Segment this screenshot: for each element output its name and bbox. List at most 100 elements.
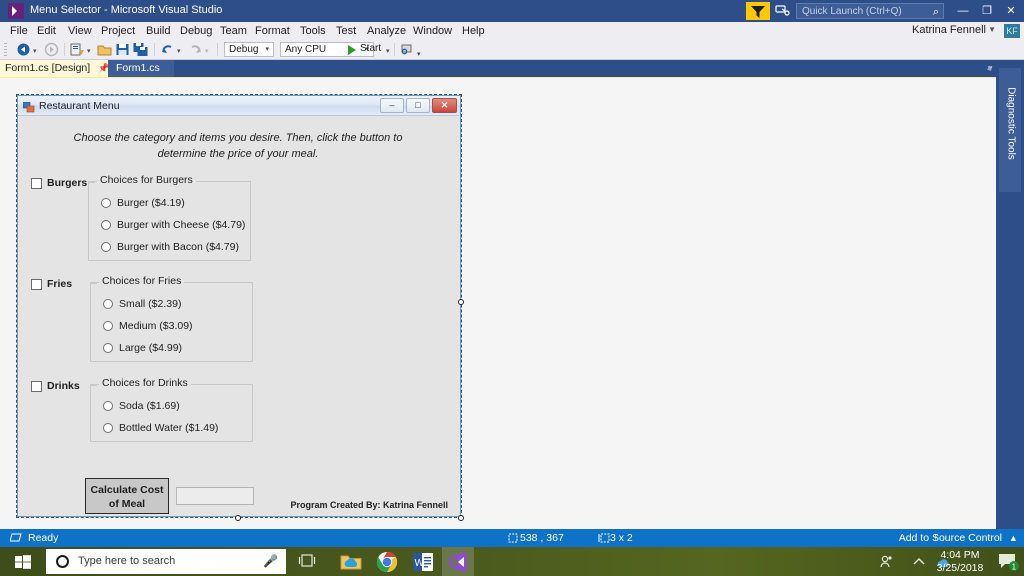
- radio-label: Small ($2.39): [119, 298, 182, 310]
- window-title: Menu Selector - Microsoft Visual Studio: [30, 4, 223, 16]
- redo-icon: [188, 42, 203, 57]
- window-maximize-button[interactable]: ❐: [976, 1, 998, 21]
- new-project-icon[interactable]: [70, 42, 85, 57]
- menu-item-window[interactable]: Window: [409, 24, 456, 38]
- undo-icon[interactable]: [160, 42, 175, 57]
- new-project-caret-icon[interactable]: ▾: [87, 47, 91, 55]
- chevron-down-icon[interactable]: ▼: [988, 25, 996, 34]
- undo-caret-icon[interactable]: ▾: [177, 47, 181, 55]
- search-input[interactable]: Type here to search 🎤: [46, 549, 286, 574]
- diagnostic-tools-tab[interactable]: Diagnostic Tools: [999, 68, 1021, 192]
- calculate-cost-button[interactable]: Calculate Cost of Meal: [85, 478, 169, 514]
- checkbox-drinks[interactable]: [31, 381, 42, 392]
- resize-handle-middle-right[interactable]: [458, 299, 464, 305]
- save-all-icon[interactable]: [133, 42, 148, 57]
- navigate-back-icon[interactable]: [16, 42, 31, 57]
- window-close-button[interactable]: ✕: [1000, 1, 1022, 21]
- chevron-down-icon: ▾: [265, 46, 269, 53]
- menu-item-view[interactable]: View: [64, 24, 96, 38]
- ready-icon: [9, 533, 22, 546]
- feedback-icon[interactable]: [774, 3, 792, 19]
- magnifier-icon: ⌕: [932, 6, 939, 18]
- microsoft-word-icon[interactable]: W: [412, 551, 434, 573]
- add-to-source-control-button[interactable]: Add to Source Control: [899, 532, 1002, 544]
- window-minimize-button[interactable]: —: [952, 1, 974, 21]
- open-file-icon[interactable]: [97, 42, 112, 57]
- winforms-icon: [22, 100, 35, 113]
- save-icon[interactable]: [115, 42, 130, 57]
- menu-item-project[interactable]: Project: [97, 24, 139, 38]
- action-center-icon[interactable]: 1: [998, 552, 1020, 572]
- restaurant-menu-form[interactable]: Restaurant Menu – □ ✕ Choose the categor…: [17, 95, 461, 517]
- designer-scroll-up-icon[interactable]: ▲: [983, 63, 996, 74]
- menu-item-analyze[interactable]: Analyze: [363, 24, 410, 38]
- radio-icon: [101, 242, 111, 252]
- form-minimize-button[interactable]: –: [380, 98, 404, 113]
- task-view-icon[interactable]: [298, 554, 316, 568]
- visual-studio-icon[interactable]: [447, 551, 469, 573]
- credit-label: Program Created By: Katrina Fennell: [290, 500, 448, 510]
- resize-handle-bottom-center[interactable]: [235, 515, 241, 521]
- resize-handle-bottom-right[interactable]: [458, 515, 464, 521]
- radio-icon: [103, 343, 113, 353]
- form-title-bar: Restaurant Menu – □ ✕: [18, 96, 460, 116]
- checkbox-burgers[interactable]: [31, 178, 42, 189]
- menu-item-tools[interactable]: Tools: [296, 24, 330, 38]
- clock[interactable]: 4:04 PM 3/25/2018: [930, 549, 990, 575]
- menu-item-format[interactable]: Format: [251, 24, 294, 38]
- menu-item-test[interactable]: Test: [332, 24, 360, 38]
- radio-label: Soda ($1.69): [119, 400, 180, 412]
- svg-text:1: 1: [1012, 563, 1017, 572]
- clock-time: 4:04 PM: [940, 549, 980, 561]
- groupbox-drinks: Choices for Drinks Soda ($1.69) Bottled …: [90, 377, 253, 442]
- menu-item-help[interactable]: Help: [458, 24, 489, 38]
- form-title: Restaurant Menu: [39, 100, 120, 112]
- vs-status-bar: Ready 538 , 367 3 x 2 ↑ Add to Source Co…: [0, 529, 1024, 547]
- windows-start-icon[interactable]: [4, 547, 44, 576]
- radio-icon: [103, 423, 113, 433]
- toolbar-overflow-icon[interactable]: ▾: [417, 50, 421, 58]
- menu-item-team[interactable]: Team: [216, 24, 251, 38]
- groupbox-drinks-legend: Choices for Drinks: [99, 377, 191, 389]
- menu-bar: File Edit View Project Build Debug Team …: [0, 22, 1024, 39]
- filter-icon[interactable]: [746, 2, 770, 20]
- menu-item-debug[interactable]: Debug: [176, 24, 216, 38]
- source-control-caret-icon[interactable]: ▴: [1011, 532, 1016, 544]
- start-caret-icon[interactable]: ▾: [386, 47, 390, 55]
- svg-text:W: W: [415, 558, 425, 569]
- avatar[interactable]: KF: [1004, 24, 1020, 38]
- windows-taskbar: Type here to search 🎤 W 4:04 PM 3/25/201…: [0, 547, 1024, 576]
- attach-to-process-icon[interactable]: [400, 42, 414, 57]
- form-maximize-button[interactable]: □: [406, 98, 430, 113]
- back-dropdown-caret-icon[interactable]: ▾: [33, 47, 37, 55]
- toolbar-grip[interactable]: [4, 43, 7, 56]
- document-tab-strip: Form1.cs [Design] 📌 ✕ Form1.cs ▼: [0, 60, 1024, 77]
- solution-configuration-select[interactable]: Debug ▾: [224, 42, 274, 57]
- quick-launch-input[interactable]: Quick Launch (Ctrl+Q) ⌕: [796, 3, 944, 19]
- radio-label: Medium ($3.09): [119, 320, 193, 332]
- search-placeholder: Type here to search: [78, 555, 176, 567]
- radio-label: Burger with Cheese ($4.79): [117, 219, 246, 231]
- cortana-circle-icon: [56, 555, 69, 568]
- status-ready-label: Ready: [28, 532, 59, 544]
- microphone-icon[interactable]: 🎤: [263, 554, 278, 568]
- menu-item-build[interactable]: Build: [142, 24, 174, 38]
- radio-icon: [101, 198, 111, 208]
- people-icon[interactable]: [878, 554, 894, 570]
- form-close-button[interactable]: ✕: [432, 98, 457, 113]
- menu-item-file[interactable]: File: [6, 24, 32, 38]
- google-chrome-icon[interactable]: [376, 551, 398, 573]
- play-icon: [348, 45, 356, 55]
- checkbox-fries[interactable]: [31, 279, 42, 290]
- show-hidden-icons-icon[interactable]: [912, 555, 926, 569]
- result-textbox[interactable]: [176, 487, 254, 505]
- navigate-forward-icon: [44, 42, 59, 57]
- groupbox-fries-legend: Choices for Fries: [99, 275, 185, 287]
- diagnostic-tools-rail: Diagnostic Tools: [996, 60, 1024, 529]
- start-debug-button[interactable]: Start: [360, 43, 381, 58]
- account-name[interactable]: Katrina Fennell: [912, 24, 986, 36]
- standard-toolbar: ▾ ▾ ▾ ▾ Debug ▾ Any CPU ▾ Start ▾ ▾: [0, 39, 1024, 60]
- tab-form1-cs[interactable]: Form1.cs: [108, 60, 174, 77]
- file-explorer-onedrive-icon[interactable]: [340, 551, 362, 573]
- menu-item-edit[interactable]: Edit: [33, 24, 60, 38]
